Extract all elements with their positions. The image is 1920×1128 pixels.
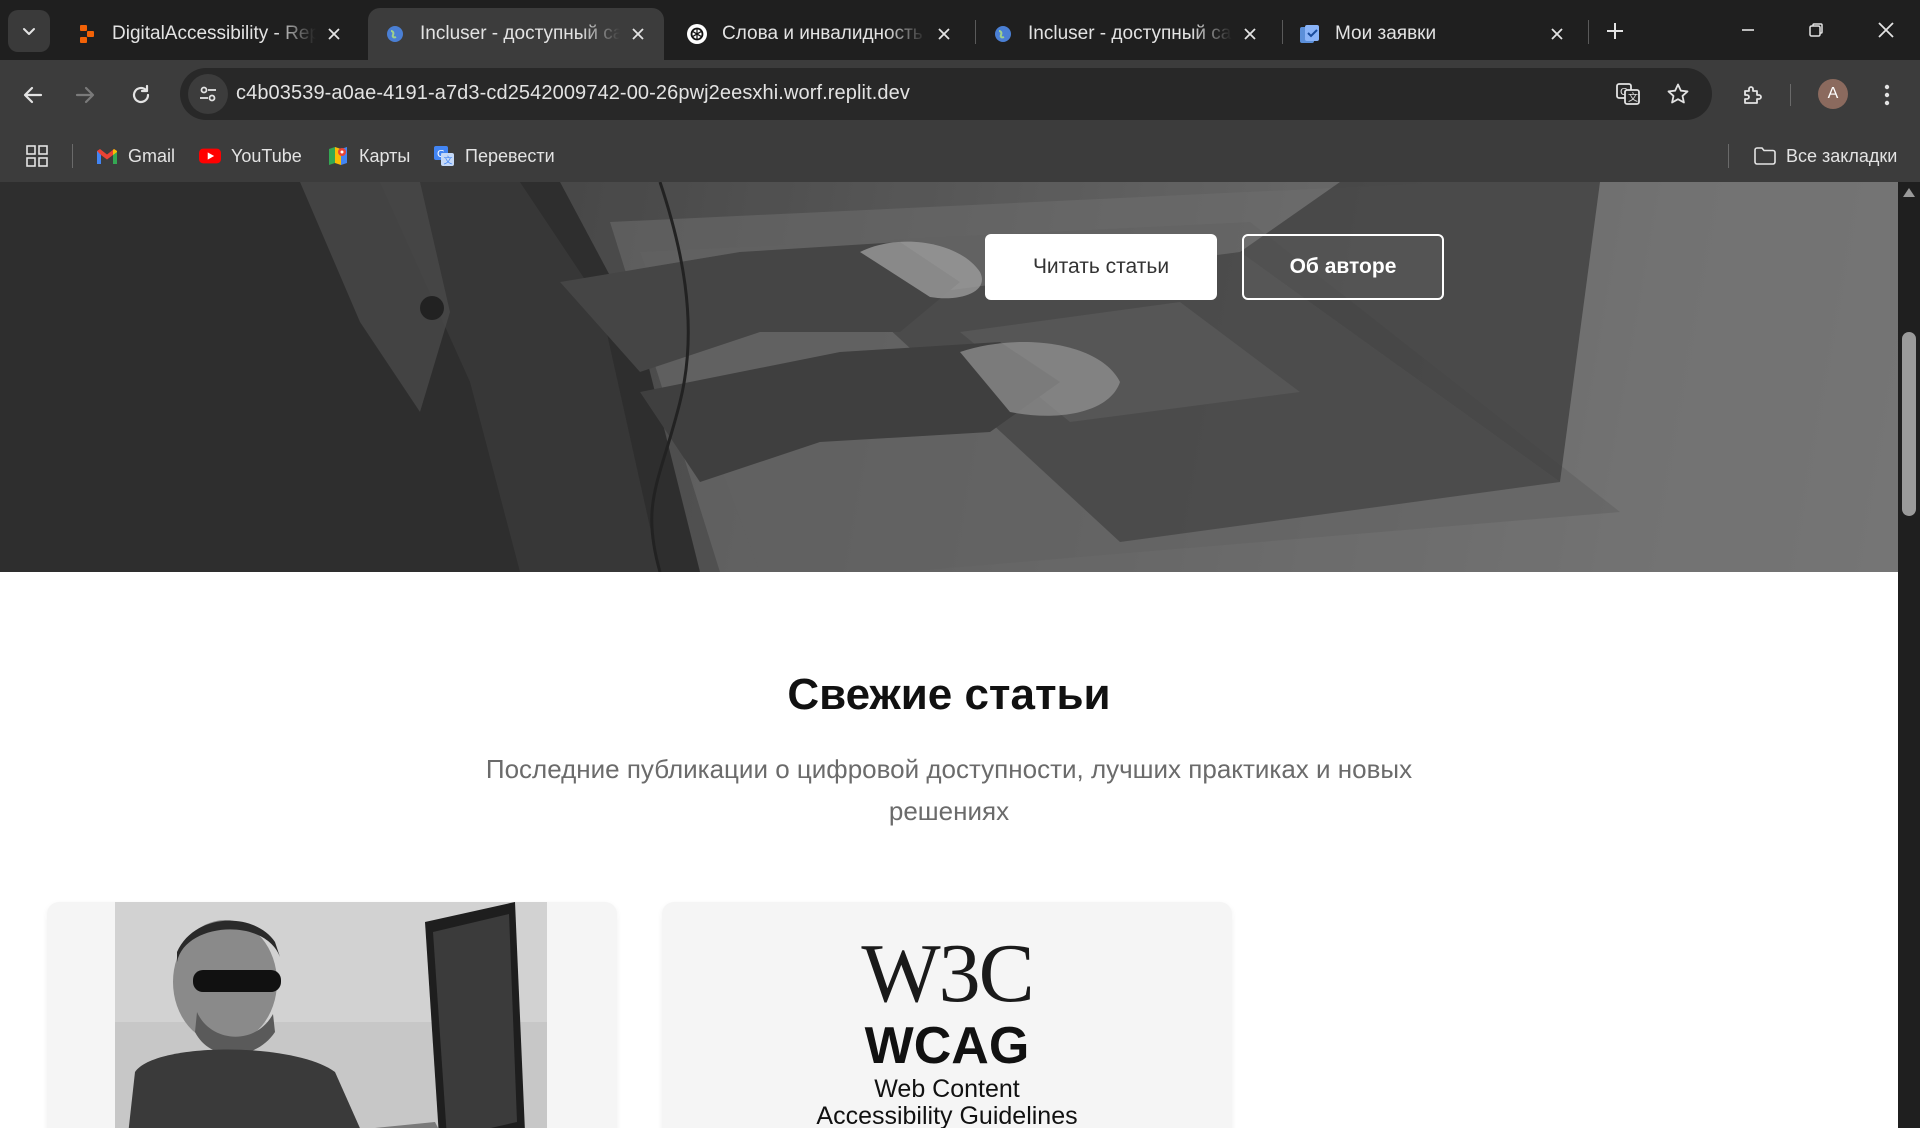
close-icon[interactable] <box>1545 22 1569 46</box>
replit-icon <box>76 23 98 45</box>
star-icon <box>1667 83 1689 104</box>
profile-avatar[interactable]: A <box>1818 79 1848 109</box>
bookmark-label: Карты <box>359 145 411 166</box>
article-image <box>115 902 547 1128</box>
tune-icon <box>200 86 216 102</box>
close-icon[interactable] <box>932 22 956 46</box>
bookmarks-bar: Gmail YouTube Карты G文 Перевести Все зак… <box>0 130 1920 182</box>
read-articles-button[interactable]: Читать статьи <box>985 234 1217 300</box>
restore-icon <box>1809 23 1823 37</box>
tab-separator <box>1588 20 1589 44</box>
hero-section: Читать статьи Об авторе <box>0 182 1898 572</box>
chevron-down-icon <box>23 28 35 35</box>
tab-title: Incluser - доступный сай <box>420 23 620 44</box>
tab-my-requests[interactable]: Мои заявки <box>1283 8 1583 60</box>
man-at-computer-photo <box>115 902 547 1128</box>
bookmark-translate[interactable]: G文 Перевести <box>433 142 555 170</box>
more-vertical-icon <box>1884 84 1890 106</box>
all-bookmarks-label: Все закладки <box>1786 145 1898 166</box>
svg-text:文: 文 <box>1628 91 1638 104</box>
arrow-left-icon <box>23 86 43 104</box>
bookmark-youtube[interactable]: YouTube <box>199 142 302 170</box>
globe-icon <box>384 23 406 45</box>
gmail-icon <box>96 145 118 167</box>
tab-digitalaccessibility[interactable]: DigitalAccessibility - Repl <box>60 8 360 60</box>
tasks-icon <box>1299 23 1321 45</box>
restore-button[interactable] <box>1788 8 1844 52</box>
close-icon[interactable] <box>1238 22 1262 46</box>
browser-menu-button[interactable] <box>1866 74 1908 116</box>
plus-icon <box>1607 23 1623 39</box>
section-subtitle: Последние публикации о цифровой доступно… <box>485 754 1413 826</box>
scroll-thumb[interactable] <box>1902 332 1916 516</box>
tab-incluser[interactable]: Incluser - доступный сай <box>976 8 1276 60</box>
translate-icon: G文 <box>433 145 455 167</box>
article-card[interactable]: W3C WCAG Web Content Accessibility Guide… <box>662 902 1232 1128</box>
maps-icon <box>327 145 349 167</box>
bookmark-star-button[interactable] <box>1664 80 1692 108</box>
address-bar[interactable]: c4b03539-a0ae-4191-a7d3-cd2542009742-00-… <box>180 68 1712 120</box>
new-tab-button[interactable] <box>1598 14 1632 48</box>
minimize-icon <box>1742 29 1754 31</box>
wcag-caption-line1: Web Content <box>874 1075 1020 1103</box>
scroll-up-arrow-icon[interactable] <box>1903 188 1915 197</box>
apps-button[interactable] <box>26 142 48 170</box>
tab-title: Мои заявки <box>1335 23 1437 44</box>
openai-icon <box>686 23 708 45</box>
apps-grid-icon <box>26 145 48 167</box>
wcag-heading: WCAG <box>864 1017 1030 1075</box>
tab-incluser-active[interactable]: Incluser - доступный сай <box>368 8 664 60</box>
page-viewport: Читать статьи Об авторе Свежие статьи По… <box>0 182 1898 1128</box>
close-icon <box>1878 22 1894 38</box>
close-icon[interactable] <box>626 22 650 46</box>
w3c-wcag-logo: W3C WCAG Web Content Accessibility Guide… <box>662 932 1232 1128</box>
bookmark-gmail[interactable]: Gmail <box>96 142 175 170</box>
hero-overlay <box>0 182 1898 572</box>
tab-title: DigitalAccessibility - Repl <box>112 23 316 44</box>
extensions-button[interactable] <box>1732 74 1774 116</box>
close-window-button[interactable] <box>1858 8 1914 52</box>
bookmark-maps[interactable]: Карты <box>327 142 410 170</box>
svg-text:文: 文 <box>444 155 453 167</box>
folder-icon <box>1754 145 1776 167</box>
section-title: Свежие статьи <box>787 670 1111 719</box>
bookmark-separator <box>1728 144 1729 168</box>
reload-button[interactable] <box>120 74 162 116</box>
all-bookmarks-button[interactable]: Все закладки <box>1754 142 1897 170</box>
page-scrollbar[interactable] <box>1898 182 1920 1128</box>
tab-title: Слова и инвалидность <box>722 23 923 44</box>
arrow-right-icon <box>75 86 95 104</box>
bookmark-label: YouTube <box>231 145 302 166</box>
article-card[interactable] <box>47 902 617 1128</box>
bookmark-label: Gmail <box>128 145 176 166</box>
site-info-button[interactable] <box>188 74 228 114</box>
translate-page-button[interactable]: G文 <box>1614 80 1642 108</box>
reload-icon <box>132 84 150 104</box>
w3c-logo-text: W3C <box>861 927 1034 1020</box>
wcag-caption-line2: Accessibility Guidelines <box>816 1102 1078 1128</box>
translate-icon: G文 <box>1616 83 1640 105</box>
tab-search-button[interactable] <box>8 10 50 52</box>
close-icon[interactable] <box>322 22 346 46</box>
bookmark-separator <box>72 144 73 168</box>
puzzle-icon <box>1744 86 1762 104</box>
globe-icon <box>992 23 1014 45</box>
minimize-button[interactable] <box>1720 8 1776 52</box>
youtube-icon <box>199 145 221 167</box>
bookmark-label: Перевести <box>465 145 555 166</box>
tab-title: Incluser - доступный сай <box>1028 23 1232 44</box>
about-author-button[interactable]: Об авторе <box>1242 234 1444 300</box>
toolbar-separator <box>1790 84 1791 106</box>
forward-button[interactable] <box>64 74 106 116</box>
tab-words-disability[interactable]: Слова и инвалидность <box>670 8 970 60</box>
url-text[interactable]: c4b03539-a0ae-4191-a7d3-cd2542009742-00-… <box>236 82 910 105</box>
back-button[interactable] <box>12 74 54 116</box>
browser-toolbar: c4b03539-a0ae-4191-a7d3-cd2542009742-00-… <box>0 60 1920 130</box>
tab-strip: DigitalAccessibility - Repl Incluser - д… <box>0 0 1920 60</box>
